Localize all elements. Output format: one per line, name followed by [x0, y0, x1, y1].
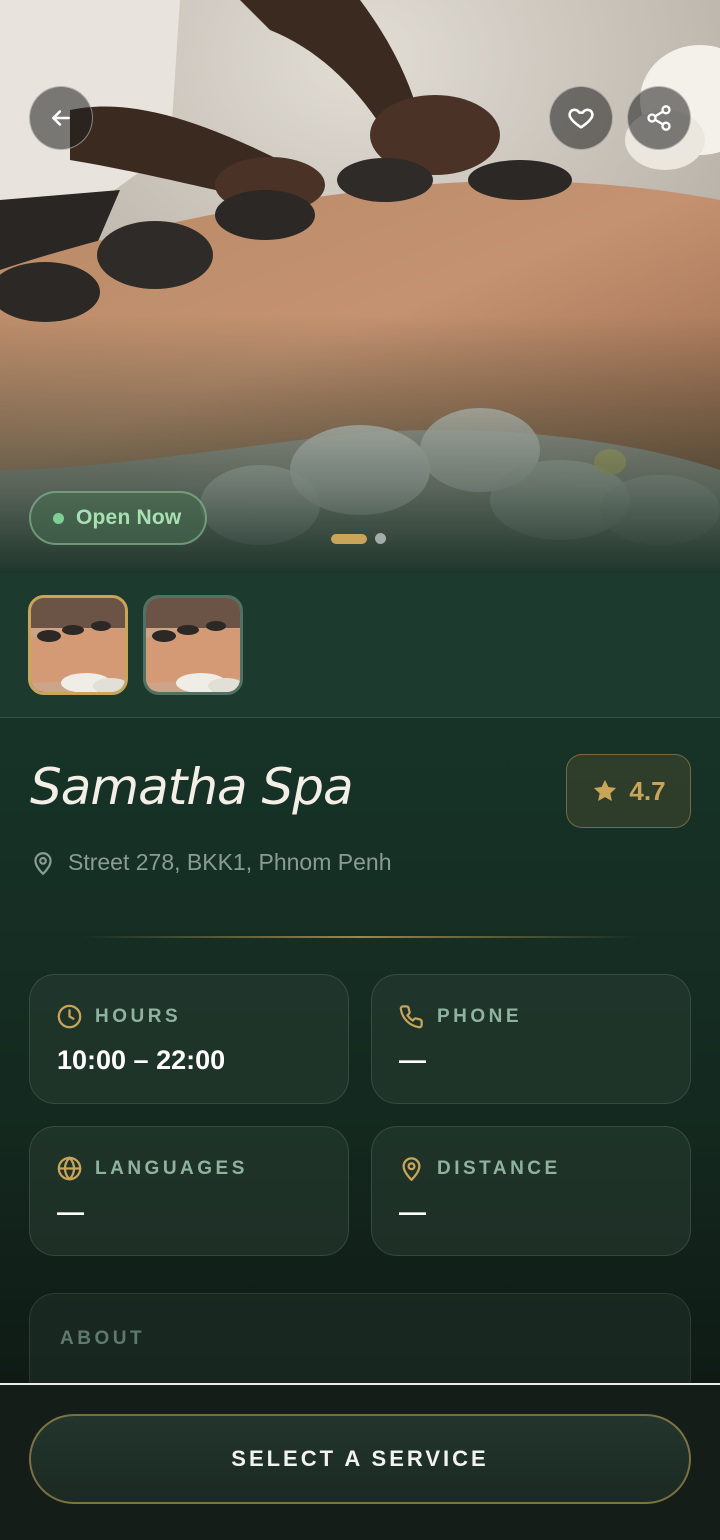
open-status-badge: Open Now [29, 491, 208, 545]
thumbnail-strip [0, 573, 720, 718]
back-button[interactable] [29, 86, 93, 150]
select-service-button[interactable]: SELECT A SERVICE [29, 1414, 691, 1504]
rating-badge: 4.7 [566, 754, 691, 828]
carousel-dot[interactable] [375, 533, 386, 544]
status-dot [53, 512, 64, 524]
distance-value: — [399, 1197, 426, 1227]
address-text: Street 278, BKK1, Phnom Penh [68, 849, 392, 875]
spa-details: Samatha Spa 4.7 Street 278, BKK1, Phnom … [0, 718, 720, 1403]
about-label: ABOUT [60, 1328, 146, 1349]
map-pin-icon [402, 1157, 421, 1181]
phone-icon [399, 1005, 423, 1029]
phone-label: PHONE [437, 1005, 523, 1027]
thumbnail-2[interactable] [143, 595, 243, 695]
thumbnail-image [146, 598, 240, 692]
bottom-action-bar: SELECT A SERVICE [0, 1383, 720, 1540]
address[interactable]: Street 278, BKK1, Phnom Penh [30, 849, 391, 876]
spa-name: Samatha Spa [30, 758, 354, 816]
rating-value: 4.7 [629, 775, 666, 806]
share-button[interactable] [627, 86, 691, 150]
phone-value: — [399, 1045, 426, 1075]
thumbnail-image [31, 598, 125, 692]
clock-icon [57, 1004, 82, 1029]
distance-card: DISTANCE — [371, 1126, 691, 1256]
languages-label: LANGUAGES [95, 1157, 248, 1179]
select-service-label: SELECT A SERVICE [231, 1446, 489, 1471]
phone-card[interactable]: PHONE — [371, 974, 691, 1104]
open-status-label: Open Now [76, 506, 182, 529]
heart-icon [568, 108, 594, 129]
hero-gallery[interactable]: Open Now [0, 0, 720, 573]
hours-card: HOURS 10:00 – 22:00 [29, 974, 349, 1104]
favorite-button[interactable] [549, 86, 613, 150]
arrow-left-icon [52, 110, 70, 126]
hours-value: 10:00 – 22:00 [57, 1045, 226, 1075]
share-icon [647, 105, 671, 131]
map-pin-icon [34, 851, 52, 875]
languages-card: LANGUAGES — [29, 1126, 349, 1256]
languages-value: — [57, 1197, 84, 1227]
distance-label: DISTANCE [437, 1157, 561, 1179]
carousel-indicator [331, 533, 386, 544]
thumbnail-1[interactable] [28, 595, 128, 695]
section-divider [80, 936, 640, 938]
carousel-dot-active[interactable] [331, 533, 367, 544]
hero-fade-overlay [0, 0, 720, 573]
globe-icon [57, 1156, 82, 1181]
hours-label: HOURS [95, 1005, 182, 1027]
star-icon [594, 779, 617, 802]
